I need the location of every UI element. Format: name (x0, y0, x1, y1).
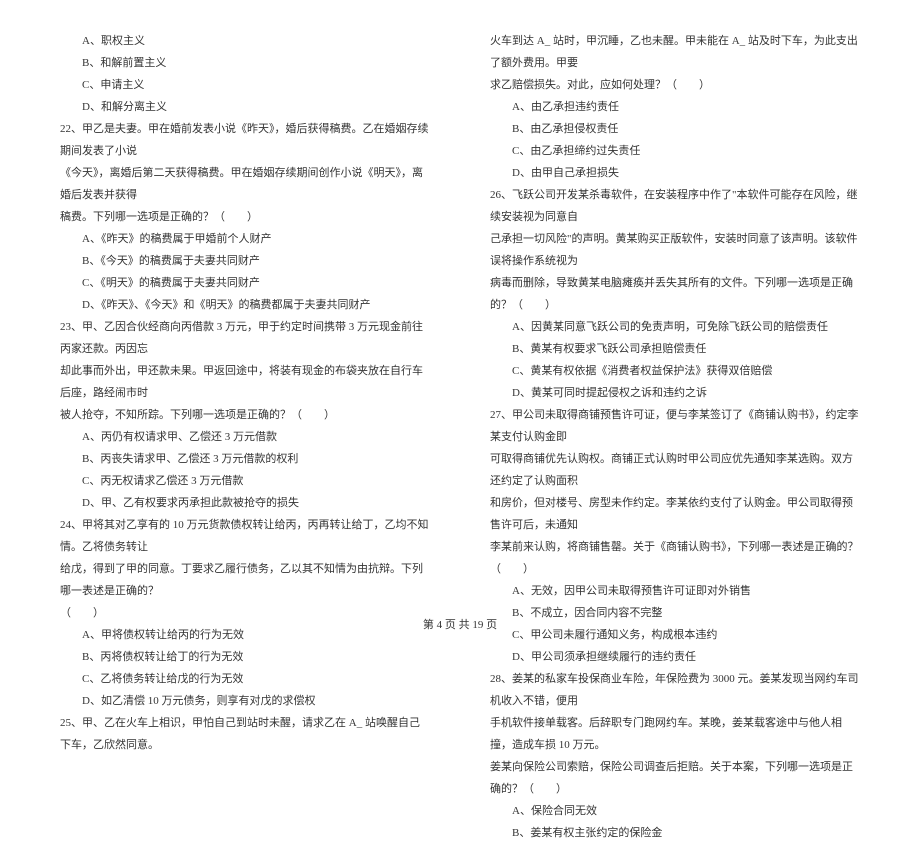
q22-option-d: D、《昨天》、《今天》和《明天》的稿费都属于夫妻共同财产 (60, 294, 430, 316)
q26-stem-1: 26、飞跃公司开发某杀毒软件，在安装程序中作了"本软件可能存在风险，继续安装视为… (490, 184, 860, 228)
q24-option-b: B、丙将债权转让给丁的行为无效 (60, 646, 430, 668)
q24-stem-1: 24、甲将其对乙享有的 10 万元货款债权转让给丙，丙再转让给丁，乙均不知情。乙… (60, 514, 430, 558)
q22-option-c: C、《明天》的稿费属于夫妻共同财产 (60, 272, 430, 294)
q22-option-b: B、《今天》的稿费属于夫妻共同财产 (60, 250, 430, 272)
q27-stem-4: 李某前来认购，将商铺售罄。关于《商铺认购书》，下列哪一表述是正确的？（ ） (490, 536, 860, 580)
q28-option-a: A、保险合同无效 (490, 800, 860, 822)
q28-stem-1: 28、姜某的私家车投保商业车险，年保险费为 3000 元。姜某发现当网约车司机收… (490, 668, 860, 712)
q23-option-c: C、丙无权请求乙偿还 3 万元借款 (60, 470, 430, 492)
q26-stem-2: 己承担一切风险"的声明。黄某购买正版软件，安装时同意了该声明。该软件误将操作系统… (490, 228, 860, 272)
q25-stem-3: 求乙赔偿损失。对此，应如何处理？（ ） (490, 74, 860, 96)
q23-option-b: B、丙丧失请求甲、乙偿还 3 万元借款的权利 (60, 448, 430, 470)
left-column: A、职权主义 B、和解前置主义 C、申请主义 D、和解分离主义 22、甲乙是夫妻… (60, 30, 430, 570)
q25-option-a: A、由乙承担违约责任 (490, 96, 860, 118)
q24-option-d: D、如乙清偿 10 万元债务，则享有对戊的求偿权 (60, 690, 430, 712)
q22-stem-1: 22、甲乙是夫妻。甲在婚前发表小说《昨天》，婚后获得稿费。乙在婚姻存续期间发表了… (60, 118, 430, 162)
q21-option-d: D、和解分离主义 (60, 96, 430, 118)
q22-option-a: A、《昨天》的稿费属于甲婚前个人财产 (60, 228, 430, 250)
q28-option-b: B、姜某有权主张约定的保险金 (490, 822, 860, 844)
q25-option-b: B、由乙承担侵权责任 (490, 118, 860, 140)
q23-option-d: D、甲、乙有权要求丙承担此款被抢夺的损失 (60, 492, 430, 514)
q28-stem-3: 姜某向保险公司索赔，保险公司调查后拒赔。关于本案，下列哪一选项是正确的？（ ） (490, 756, 860, 800)
q23-stem-1: 23、甲、乙因合伙经商向丙借款 3 万元，甲于约定时间携带 3 万元现金前往丙家… (60, 316, 430, 360)
q26-option-b: B、黄某有权要求飞跃公司承担赔偿责任 (490, 338, 860, 360)
q26-stem-3: 病毒而删除，导致黄某电脑瘫痪并丢失其所有的文件。下列哪一选项是正确的？（ ） (490, 272, 860, 316)
q26-option-c: C、黄某有权依据《消费者权益保护法》获得双倍赔偿 (490, 360, 860, 382)
q22-stem-2: 《今天》，离婚后第二天获得稿费。甲在婚姻存续期间创作小说《明天》，离婚后发表并获… (60, 162, 430, 206)
q21-option-b: B、和解前置主义 (60, 52, 430, 74)
q26-option-d: D、黄某可同时提起侵权之诉和违约之诉 (490, 382, 860, 404)
q28-stem-2: 手机软件接单载客。后辞职专门跑网约车。某晚，姜某载客途中与他人相撞，造成车损 1… (490, 712, 860, 756)
q23-stem-3: 被人抢夺，不知所踪。下列哪一选项是正确的？（ ） (60, 404, 430, 426)
q27-stem-3: 和房价，但对楼号、房型未作约定。李某依约支付了认购金。甲公司取得预售许可后，未通… (490, 492, 860, 536)
q21-option-c: C、申请主义 (60, 74, 430, 96)
q27-stem-1: 27、甲公司未取得商铺预售许可证，便与李某签订了《商铺认购书》，约定李某支付认购… (490, 404, 860, 448)
q25-option-c: C、由乙承担缔约过失责任 (490, 140, 860, 162)
q25-option-d: D、由甲自己承担损失 (490, 162, 860, 184)
q25-stem-2: 火车到达 A_ 站时，甲沉睡，乙也未醒。甲未能在 A_ 站及时下车，为此支出了额… (490, 30, 860, 74)
q27-option-a: A、无效，因甲公司未取得预售许可证即对外销售 (490, 580, 860, 602)
q24-option-c: C、乙将债务转让给戊的行为无效 (60, 668, 430, 690)
q21-option-a: A、职权主义 (60, 30, 430, 52)
q27-option-d: D、甲公司须承担继续履行的违约责任 (490, 646, 860, 668)
q23-option-a: A、丙仍有权请求甲、乙偿还 3 万元借款 (60, 426, 430, 448)
q25-stem-1: 25、甲、乙在火车上相识，甲怕自己到站时未醒，请求乙在 A_ 站唤醒自己下车，乙… (60, 712, 430, 756)
q26-option-a: A、因黄某同意飞跃公司的免责声明，可免除飞跃公司的赔偿责任 (490, 316, 860, 338)
q23-stem-2: 却此事而外出，甲还款未果。甲返回途中，将装有现金的布袋夹放在自行车后座，路经闹市… (60, 360, 430, 404)
page-container: A、职权主义 B、和解前置主义 C、申请主义 D、和解分离主义 22、甲乙是夫妻… (0, 0, 920, 610)
page-footer: 第 4 页 共 19 页 (0, 616, 920, 632)
q27-stem-2: 可取得商铺优先认购权。商铺正式认购时甲公司应优先通知李某选购。双方还约定了认购面… (490, 448, 860, 492)
q22-stem-3: 稿费。下列哪一选项是正确的？（ ） (60, 206, 430, 228)
q24-stem-2: 给戊，得到了甲的同意。丁要求乙履行债务，乙以其不知情为由抗辩。下列哪一表述是正确… (60, 558, 430, 602)
right-column: 火车到达 A_ 站时，甲沉睡，乙也未醒。甲未能在 A_ 站及时下车，为此支出了额… (490, 30, 860, 570)
